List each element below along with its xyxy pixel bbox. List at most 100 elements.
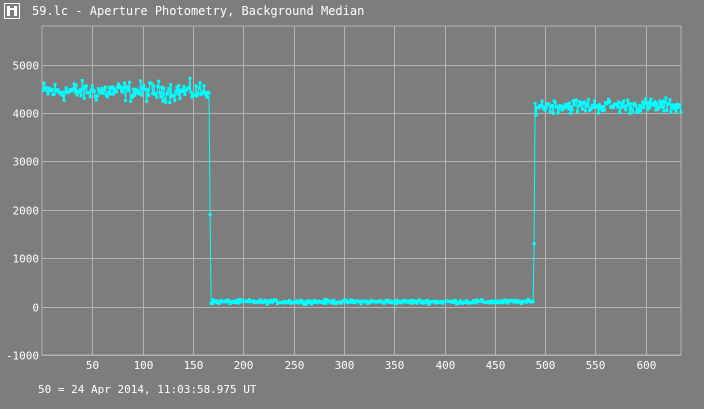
x-tick-label: 600 [637, 359, 657, 372]
data-point [586, 98, 590, 102]
x-tick-label: 450 [486, 359, 506, 372]
data-point [660, 105, 664, 109]
data-point [123, 81, 126, 85]
data-point [593, 99, 596, 103]
data-point [583, 109, 587, 113]
data-point [202, 84, 206, 88]
data-point [145, 99, 149, 103]
data-point [152, 84, 156, 88]
data-point [187, 86, 191, 90]
data-point [198, 81, 202, 85]
series-background-median [41, 76, 683, 306]
data-point [572, 103, 576, 107]
data-point [207, 91, 211, 95]
data-point [121, 90, 124, 94]
data-point [79, 94, 83, 98]
y-tick-label: 2000 [13, 205, 40, 218]
data-point [90, 84, 94, 88]
data-point [42, 81, 46, 85]
plot-frame [41, 25, 682, 356]
data-point [56, 88, 60, 92]
data-point [648, 106, 652, 110]
data-point [50, 87, 54, 91]
data-point [140, 93, 144, 97]
data-point [617, 100, 621, 104]
data-point [172, 93, 176, 97]
data-point [167, 87, 171, 90]
x-tick-label: 200 [234, 359, 254, 372]
data-point [136, 89, 140, 92]
data-point [178, 97, 182, 101]
data-point [181, 90, 185, 94]
data-point [154, 92, 158, 96]
x-tick-label: 500 [536, 359, 556, 372]
data-point [639, 109, 643, 113]
data-point [60, 90, 64, 94]
data-point [139, 79, 143, 83]
app-logo-icon [4, 3, 20, 19]
y-tick-label: -1000 [6, 350, 39, 363]
data-point [95, 94, 99, 98]
data-point [608, 100, 612, 104]
data-point [652, 103, 656, 107]
data-point [567, 101, 571, 105]
data-point [194, 84, 198, 88]
data-point [629, 102, 633, 106]
data-point [87, 91, 91, 95]
data-point [647, 101, 651, 104]
data-point [622, 99, 626, 103]
data-point [174, 89, 178, 93]
data-point [92, 89, 96, 93]
data-point [636, 107, 640, 111]
x-tick-label: 50 [86, 359, 99, 372]
data-point [71, 87, 75, 91]
data-point [551, 111, 555, 115]
data-point [119, 84, 122, 88]
data-point [61, 94, 65, 98]
x-tick-label: 300 [335, 359, 355, 372]
data-point [53, 83, 57, 87]
data-point [548, 110, 552, 113]
light-curve-chart: 50 100 150 200 250 300 350 400 450 500 550 600 -100… [6, 25, 683, 372]
data-point [156, 85, 160, 88]
data-point [173, 99, 177, 102]
x-tick-label: 250 [285, 359, 305, 372]
data-point [556, 111, 560, 115]
data-point [188, 76, 192, 80]
data-point [164, 100, 168, 104]
data-point [113, 87, 116, 91]
y-tick-label: 0 [32, 302, 39, 315]
data-point [618, 111, 622, 114]
grid [41, 25, 682, 356]
data-point [657, 105, 661, 109]
data-point [182, 85, 186, 89]
data-point [678, 105, 682, 109]
data-point [101, 91, 105, 95]
data-point [667, 102, 671, 106]
data-point [133, 93, 137, 97]
data-point [659, 102, 663, 106]
data-point [359, 302, 363, 306]
data-point [555, 104, 559, 108]
data-point [162, 86, 166, 90]
data-point [73, 90, 77, 94]
data-point [177, 84, 181, 87]
data-point [580, 107, 584, 111]
data-point [644, 97, 648, 101]
data-point [665, 108, 669, 112]
data-point [197, 86, 201, 90]
x-tick-label: 100 [134, 359, 154, 372]
data-point [544, 106, 548, 110]
data-point [208, 213, 212, 217]
data-point [585, 104, 589, 108]
data-point [550, 104, 554, 108]
data-point [82, 96, 86, 100]
data-point [664, 96, 668, 100]
x-tick-label: 550 [586, 359, 606, 372]
data-point [75, 93, 79, 97]
data-point [115, 90, 118, 94]
data-point [534, 113, 538, 117]
time-reference-label: 50 = 24 Apr 2014, 11:03:58.975 UT [38, 383, 257, 396]
data-point [74, 83, 78, 87]
data-point [603, 108, 606, 112]
